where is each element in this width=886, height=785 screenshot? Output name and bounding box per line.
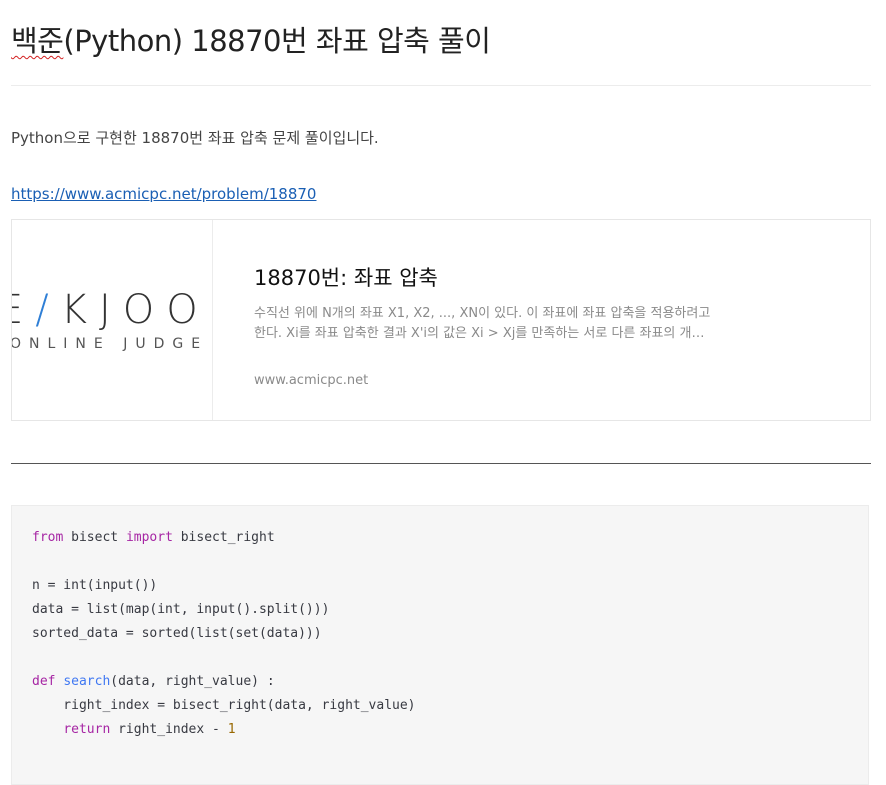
baekjoon-logo-thumbnail: E/KJOO ONLINE JUDGE <box>12 220 213 420</box>
logo-wordmark: E/KJOO <box>12 287 210 333</box>
card-description: 수직선 위에 N개의 좌표 X1, X2, ..., XN이 있다. 이 좌표에… <box>254 306 711 341</box>
code-line: return right_index - 1 <box>63 722 236 737</box>
title-divider <box>11 85 871 86</box>
logo-subtitle: ONLINE JUDGE <box>12 336 209 352</box>
link-preview-card[interactable]: E/KJOO ONLINE JUDGE 18870번: 좌표 압축 수직선 위에… <box>11 219 871 421</box>
page-title: 백준(Python) 18870번 좌표 압축 풀이 <box>11 18 491 60</box>
title-spellcheck-word: 백준 <box>11 24 64 58</box>
intro-text: Python으로 구현한 18870번 좌표 압축 문제 풀이입니다. <box>11 129 379 147</box>
code-line: sorted_data = sorted(list(set(data))) <box>32 626 322 641</box>
code-line: right_index = bisect_right(data, right_v… <box>32 698 416 713</box>
problem-link[interactable]: https://www.acmicpc.net/problem/18870 <box>11 185 316 203</box>
code-block: from bisect import bisect_right n = int(… <box>11 505 869 785</box>
section-divider <box>11 463 871 464</box>
code-content: from bisect import bisect_right n = int(… <box>32 526 416 742</box>
code-line: n = int(input()) <box>32 578 158 593</box>
card-title: 18870번: 좌표 압축 <box>254 266 438 290</box>
code-line: from bisect import bisect_right <box>32 530 275 545</box>
title-text: (Python) 18870번 좌표 압축 풀이 <box>63 24 491 58</box>
code-line: data = list(map(int, input().split())) <box>32 602 330 617</box>
card-host: www.acmicpc.net <box>254 373 369 388</box>
code-line: def search(data, right_value) : <box>32 674 275 689</box>
